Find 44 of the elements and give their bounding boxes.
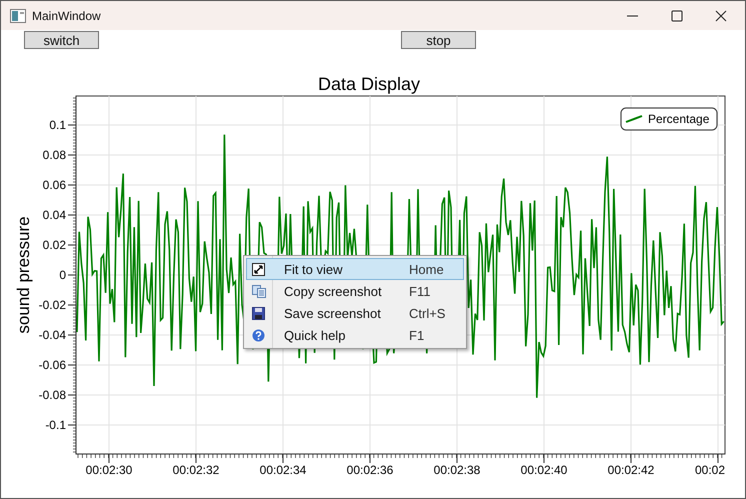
y-tick-label: 0.04 xyxy=(42,208,66,222)
help-icon xyxy=(252,328,266,342)
x-tick-label: 00:02:40 xyxy=(520,463,568,477)
shortcut-label: F11 xyxy=(409,284,430,298)
y-tick-label: 0 xyxy=(59,268,66,282)
menu-item-label: Quick help xyxy=(284,328,346,342)
stop-button[interactable]: stop xyxy=(401,31,476,49)
y-tick-label: -0.08 xyxy=(38,388,66,402)
y-tick-label: -0.02 xyxy=(38,298,66,312)
menu-item[interactable]: Quick help F1 xyxy=(246,324,464,346)
menu-item-label: Save screenshot xyxy=(284,306,382,320)
x-tick-label: 00:02:36 xyxy=(346,463,394,477)
y-tick-label: 0.06 xyxy=(42,178,66,192)
window-title: MainWindow xyxy=(32,8,101,22)
menu-item-label: Copy screenshot xyxy=(284,284,383,298)
y-tick-label: 0.08 xyxy=(42,148,66,162)
chart-title: Data Display xyxy=(318,74,420,94)
y-tick-label: -0.1 xyxy=(45,418,66,432)
maximize-icon[interactable] xyxy=(671,10,683,22)
shortcut-label: Home xyxy=(409,262,444,276)
close-icon[interactable] xyxy=(715,10,727,22)
legend-line-icon xyxy=(626,115,642,123)
x-tick-label: 00:02:30 xyxy=(86,463,132,477)
menu-item-label: Fit to view xyxy=(284,262,344,276)
menu-item[interactable]: Copy screenshot F11 xyxy=(246,280,464,302)
y-axis-label: sound pressure xyxy=(14,216,33,334)
copy-icon xyxy=(252,284,266,298)
legend-label: Percentage xyxy=(648,112,710,126)
resize-arrow-icon xyxy=(252,262,266,276)
x-tick-label: 00:02:42 xyxy=(608,463,654,477)
y-tick-label: 0.1 xyxy=(49,118,66,132)
shortcut-label: Ctrl+S xyxy=(409,306,446,320)
switch-button[interactable]: switch xyxy=(24,31,99,49)
x-tick-label: 00:02:38 xyxy=(434,463,480,477)
menu-item[interactable]: Fit to view Home xyxy=(246,258,464,280)
y-tick-label: -0.04 xyxy=(38,328,66,342)
x-tick-label: 00:02:32 xyxy=(172,463,220,477)
y-tick-label: 0.02 xyxy=(42,238,66,252)
menu-item[interactable]: Save screenshot Ctrl+S xyxy=(246,302,464,324)
window-icon xyxy=(10,8,26,22)
x-tick-label: 00:02:34 xyxy=(260,463,306,477)
y-tick-label: -0.06 xyxy=(38,358,66,372)
shortcut-label: F1 xyxy=(409,328,424,342)
x-tick-label: 00:02 xyxy=(695,463,726,477)
